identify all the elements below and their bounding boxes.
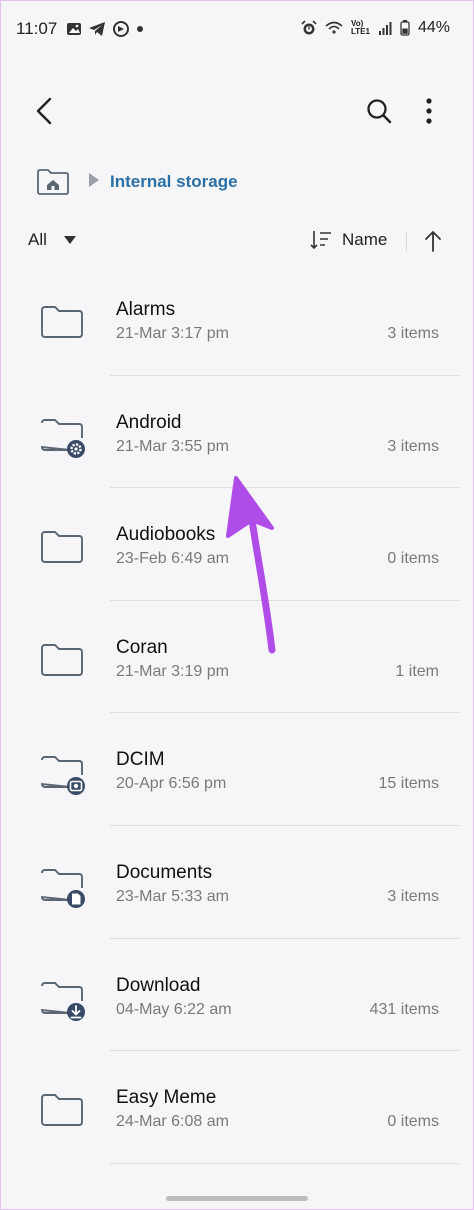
item-name: Audiobooks bbox=[116, 524, 216, 546]
lte-label: LTE1 bbox=[351, 27, 370, 36]
toolbar bbox=[0, 82, 474, 142]
data-saver-icon bbox=[112, 20, 130, 38]
list-item[interactable]: Coran 21-Mar 3:19 pm 1 item bbox=[0, 601, 474, 714]
battery-icon bbox=[400, 20, 410, 36]
item-count: 1 item bbox=[395, 662, 439, 680]
item-date: 20-Apr 6:56 pm bbox=[116, 775, 227, 793]
item-date: 21-Mar 3:19 pm bbox=[116, 662, 229, 680]
list-item[interactable]: Easy Meme 24-Mar 6:08 am 0 items bbox=[0, 1051, 474, 1164]
more-vertical-icon bbox=[426, 98, 432, 124]
item-count: 3 items bbox=[387, 437, 439, 455]
item-count: 3 items bbox=[387, 887, 439, 905]
item-count: 0 items bbox=[387, 1113, 439, 1131]
list-item[interactable]: Audiobooks 23-Feb 6:49 am 0 items bbox=[0, 488, 474, 601]
item-date: 24-Mar 6:08 am bbox=[116, 1113, 229, 1131]
document-folder-icon bbox=[41, 869, 85, 908]
dropdown-caret-icon bbox=[63, 236, 76, 244]
breadcrumb: Internal storage bbox=[36, 164, 238, 200]
item-name: Documents bbox=[116, 861, 213, 883]
battery-percent: 44% bbox=[417, 19, 450, 36]
telegram-notification-icon bbox=[88, 21, 106, 37]
item-name: Download bbox=[116, 974, 201, 996]
more-notifications-dot-icon bbox=[136, 25, 144, 33]
download-folder-icon bbox=[41, 981, 85, 1021]
home-folder-icon bbox=[37, 169, 69, 195]
camera-folder-icon bbox=[41, 756, 85, 796]
item-name: DCIM bbox=[116, 749, 165, 771]
list-item[interactable]: DCIM 20-Apr 6:56 pm 15 items bbox=[0, 713, 474, 826]
item-name: Easy Meme bbox=[116, 1087, 217, 1109]
sort-by-button[interactable]: Name bbox=[310, 230, 387, 250]
item-date: 04-May 6:22 am bbox=[116, 1000, 232, 1018]
status-system-icons: Vo) LTE1 44% bbox=[301, 19, 450, 37]
item-date: 23-Mar 5:33 am bbox=[116, 887, 229, 905]
more-options-button[interactable] bbox=[410, 92, 448, 130]
breadcrumb-separator-icon bbox=[88, 172, 100, 192]
sort-divider bbox=[406, 232, 407, 252]
breadcrumb-current[interactable]: Internal storage bbox=[110, 172, 238, 192]
item-count: 3 items bbox=[387, 325, 439, 342]
home-indicator[interactable] bbox=[166, 1196, 308, 1201]
list-item[interactable]: Download 04-May 6:22 am 431 items bbox=[0, 939, 474, 1052]
item-name: Alarms bbox=[116, 299, 176, 320]
row-divider bbox=[110, 1162, 459, 1164]
list-item[interactable]: Alarms 21-Mar 3:17 pm 3 items bbox=[0, 263, 474, 376]
item-count: 431 items bbox=[369, 1000, 439, 1018]
status-notification-icons bbox=[66, 20, 144, 38]
folder-icon bbox=[41, 531, 83, 564]
folder-list: Alarms 21-Mar 3:17 pm 3 items Android 21… bbox=[0, 263, 474, 1164]
wifi-calling-icon bbox=[325, 21, 343, 35]
status-time: 11:07 bbox=[16, 19, 58, 38]
arrow-up-icon bbox=[425, 231, 441, 252]
filter-sort-row: All Name bbox=[0, 224, 474, 260]
signal-strength-icon bbox=[378, 21, 392, 35]
alarm-icon bbox=[301, 20, 317, 36]
search-icon bbox=[367, 99, 392, 124]
search-button[interactable] bbox=[360, 92, 398, 130]
status-bar: 11:07 Vo) LTE1 44% bbox=[0, 0, 474, 60]
item-count: 15 items bbox=[378, 775, 439, 793]
sort-label: Name bbox=[342, 230, 388, 249]
gallery-notification-icon bbox=[66, 21, 82, 37]
filter-dropdown[interactable]: All bbox=[28, 230, 77, 250]
back-button[interactable] bbox=[26, 92, 64, 130]
item-count: 0 items bbox=[387, 550, 439, 568]
folder-icon bbox=[41, 306, 83, 338]
folder-icon bbox=[41, 1094, 83, 1127]
system-folder-icon bbox=[41, 418, 85, 458]
sort-direction-button[interactable] bbox=[420, 226, 446, 256]
item-date: 21-Mar 3:17 pm bbox=[116, 325, 229, 342]
list-item[interactable]: Android 21-Mar 3:55 pm 3 items bbox=[0, 376, 474, 489]
item-date: 23-Feb 6:49 am bbox=[116, 550, 229, 568]
filter-label: All bbox=[28, 230, 47, 249]
item-name: Coran bbox=[116, 636, 168, 658]
volte-lte-indicator: Vo) LTE1 bbox=[351, 20, 370, 36]
folder-icon bbox=[41, 643, 83, 676]
item-name: Android bbox=[116, 411, 182, 433]
breadcrumb-home-button[interactable] bbox=[36, 168, 70, 196]
sort-icon bbox=[310, 231, 331, 250]
item-date: 21-Mar 3:55 pm bbox=[116, 437, 229, 455]
back-arrow-icon bbox=[36, 97, 52, 125]
list-item[interactable]: Documents 23-Mar 5:33 am 3 items bbox=[0, 826, 474, 939]
